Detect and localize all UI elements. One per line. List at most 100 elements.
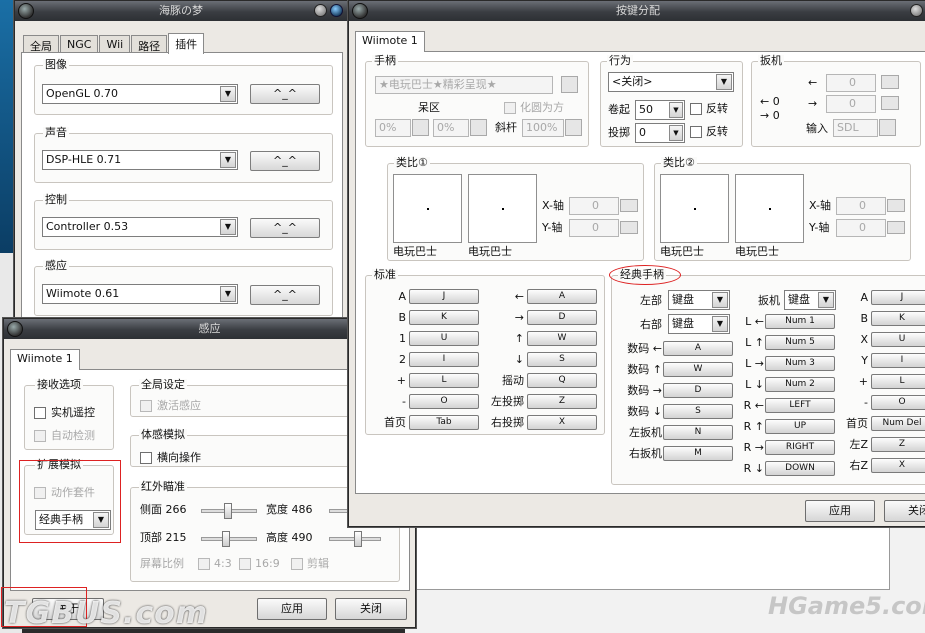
trigger-right-button[interactable] bbox=[881, 96, 899, 110]
standard-left-key-button[interactable]: K bbox=[409, 310, 479, 325]
tab-paths[interactable]: 路径 bbox=[131, 35, 168, 53]
classic-button-key-button[interactable]: Z bbox=[871, 437, 925, 452]
deadzone-right-button[interactable] bbox=[470, 119, 487, 136]
auto-detect-checkbox[interactable] bbox=[34, 430, 46, 442]
analog1-y-button[interactable] bbox=[620, 221, 638, 234]
minimize-icon[interactable] bbox=[910, 4, 923, 17]
ir-top-slider[interactable] bbox=[201, 531, 257, 547]
wiimote-plugin-select[interactable]: Wiimote 0.61 ▼ bbox=[42, 284, 238, 304]
analog2-y-button[interactable] bbox=[887, 221, 905, 234]
sound-config-button[interactable]: ^_^ bbox=[250, 151, 320, 171]
window-orb-icon[interactable] bbox=[7, 321, 23, 337]
pitch-invert-checkbox[interactable] bbox=[690, 126, 702, 138]
classic-stick-key-button[interactable]: RIGHT bbox=[765, 440, 835, 455]
crop-checkbox[interactable] bbox=[291, 558, 303, 570]
left-part-select[interactable]: 键盘 ▼ bbox=[668, 290, 730, 310]
standard-left-key-button[interactable]: O bbox=[409, 394, 479, 409]
wiimote-apply-button[interactable]: 应用 bbox=[257, 598, 327, 620]
ir-left-thumb[interactable] bbox=[224, 503, 232, 519]
standard-left-key-button[interactable]: J bbox=[409, 289, 479, 304]
standard-right-key-button[interactable]: Z bbox=[527, 394, 597, 409]
analog2-y-field[interactable]: 0 bbox=[836, 219, 886, 237]
deadzone-left-field[interactable]: 0% bbox=[375, 119, 411, 137]
control-plugin-select[interactable]: Controller 0.53 ▼ bbox=[42, 217, 238, 237]
classic-stick-key-button[interactable]: UP bbox=[765, 419, 835, 434]
tab-plugins[interactable]: 插件 bbox=[168, 33, 205, 54]
analog1-x-field[interactable]: 0 bbox=[569, 197, 619, 215]
classic-dpad-key-button[interactable]: D bbox=[663, 383, 733, 398]
ir-top-thumb[interactable] bbox=[222, 531, 230, 547]
classic-button-key-button[interactable]: X bbox=[871, 458, 925, 473]
standard-right-key-button[interactable]: X bbox=[527, 415, 597, 430]
classic-dpad-key-button[interactable]: N bbox=[663, 425, 733, 440]
standard-left-key-button[interactable]: Tab bbox=[409, 415, 479, 430]
ir-height-slider[interactable] bbox=[329, 531, 381, 547]
classic-stick-key-button[interactable]: Num 1 bbox=[765, 314, 835, 329]
keymap-close-button[interactable]: 关闭 bbox=[884, 500, 925, 522]
activate-motion-checkbox[interactable] bbox=[140, 400, 152, 412]
classic-button-key-button[interactable]: Num Del bbox=[871, 416, 925, 431]
real-wiimote-checkbox[interactable] bbox=[34, 407, 46, 419]
tab-keymap-wiimote-1[interactable]: Wiimote 1 bbox=[355, 31, 425, 52]
standard-right-key-button[interactable]: A bbox=[527, 289, 597, 304]
diagonal-button[interactable] bbox=[565, 119, 582, 136]
trigger-left-field[interactable]: 0 bbox=[826, 74, 876, 92]
circle-square-checkbox[interactable] bbox=[504, 102, 516, 114]
classic-dpad-key-button[interactable]: M bbox=[663, 446, 733, 461]
minimize-icon[interactable] bbox=[314, 4, 327, 17]
deadzone-left-button[interactable] bbox=[412, 119, 429, 136]
tab-wii[interactable]: Wii bbox=[99, 35, 131, 53]
analog1-y-field[interactable]: 0 bbox=[569, 219, 619, 237]
deadzone-right-field[interactable]: 0% bbox=[433, 119, 469, 137]
sideways-checkbox[interactable] bbox=[140, 452, 152, 464]
device-field[interactable]: ★电玩巴士★精彩呈现★ bbox=[375, 76, 553, 94]
trigger-left-button[interactable] bbox=[881, 75, 899, 89]
analog2-x-field[interactable]: 0 bbox=[836, 197, 886, 215]
tab-wiimote-1[interactable]: Wiimote 1 bbox=[10, 349, 80, 370]
standard-left-key-button[interactable]: I bbox=[409, 352, 479, 367]
standard-right-key-button[interactable]: W bbox=[527, 331, 597, 346]
analog1-x-button[interactable] bbox=[620, 199, 638, 212]
classic-stick-key-button[interactable]: Num 5 bbox=[765, 335, 835, 350]
right-part-select[interactable]: 键盘 ▼ bbox=[668, 314, 730, 334]
graphics-plugin-select[interactable]: OpenGL 0.70 ▼ bbox=[42, 84, 238, 104]
device-refresh-button[interactable] bbox=[561, 76, 578, 93]
classic-button-key-button[interactable]: I bbox=[871, 353, 925, 368]
trigger-input-button[interactable] bbox=[879, 119, 896, 136]
analog2-x-button[interactable] bbox=[887, 199, 905, 212]
classic-button-key-button[interactable]: L bbox=[871, 374, 925, 389]
classic-button-key-button[interactable]: K bbox=[871, 311, 925, 326]
classic-button-key-button[interactable]: U bbox=[871, 332, 925, 347]
roll-invert-checkbox[interactable] bbox=[690, 103, 702, 115]
graphics-config-button[interactable]: ^_^ bbox=[250, 84, 320, 104]
classic-dpad-key-button[interactable]: S bbox=[663, 404, 733, 419]
trigger-input-field[interactable]: SDL bbox=[833, 119, 878, 137]
control-config-button[interactable]: ^_^ bbox=[250, 218, 320, 238]
ir-left-slider[interactable] bbox=[201, 503, 257, 519]
trigger-part-select[interactable]: 键盘 ▼ bbox=[784, 290, 836, 310]
wiimote-config-button[interactable]: ^_^ bbox=[250, 285, 320, 305]
classic-stick-key-button[interactable]: Num 3 bbox=[765, 356, 835, 371]
ir-height-thumb[interactable] bbox=[354, 531, 362, 547]
ratio-4-3-checkbox[interactable] bbox=[198, 558, 210, 570]
wiimote-close-button[interactable]: 关闭 bbox=[335, 598, 407, 620]
classic-button-key-button[interactable]: J bbox=[871, 290, 925, 305]
classic-stick-key-button[interactable]: LEFT bbox=[765, 398, 835, 413]
classic-button-key-button[interactable]: O bbox=[871, 395, 925, 410]
classic-stick-key-button[interactable]: Num 2 bbox=[765, 377, 835, 392]
standard-right-key-button[interactable]: Q bbox=[527, 373, 597, 388]
close-icon[interactable] bbox=[330, 4, 343, 17]
pitch-spin[interactable]: 0 ▼ bbox=[635, 123, 685, 143]
standard-left-key-button[interactable]: L bbox=[409, 373, 479, 388]
trigger-right-field[interactable]: 0 bbox=[826, 95, 876, 113]
keymap-apply-button[interactable]: 应用 bbox=[805, 500, 875, 522]
ratio-16-9-checkbox[interactable] bbox=[239, 558, 251, 570]
standard-left-key-button[interactable]: U bbox=[409, 331, 479, 346]
classic-dpad-key-button[interactable]: A bbox=[663, 341, 733, 356]
classic-dpad-key-button[interactable]: W bbox=[663, 362, 733, 377]
tab-ngc[interactable]: NGC bbox=[60, 35, 99, 53]
window-orb-icon[interactable] bbox=[352, 3, 368, 19]
tab-global[interactable]: 全局 bbox=[23, 35, 59, 53]
window-orb-icon[interactable] bbox=[18, 3, 34, 19]
diagonal-field[interactable]: 100% bbox=[522, 119, 564, 137]
